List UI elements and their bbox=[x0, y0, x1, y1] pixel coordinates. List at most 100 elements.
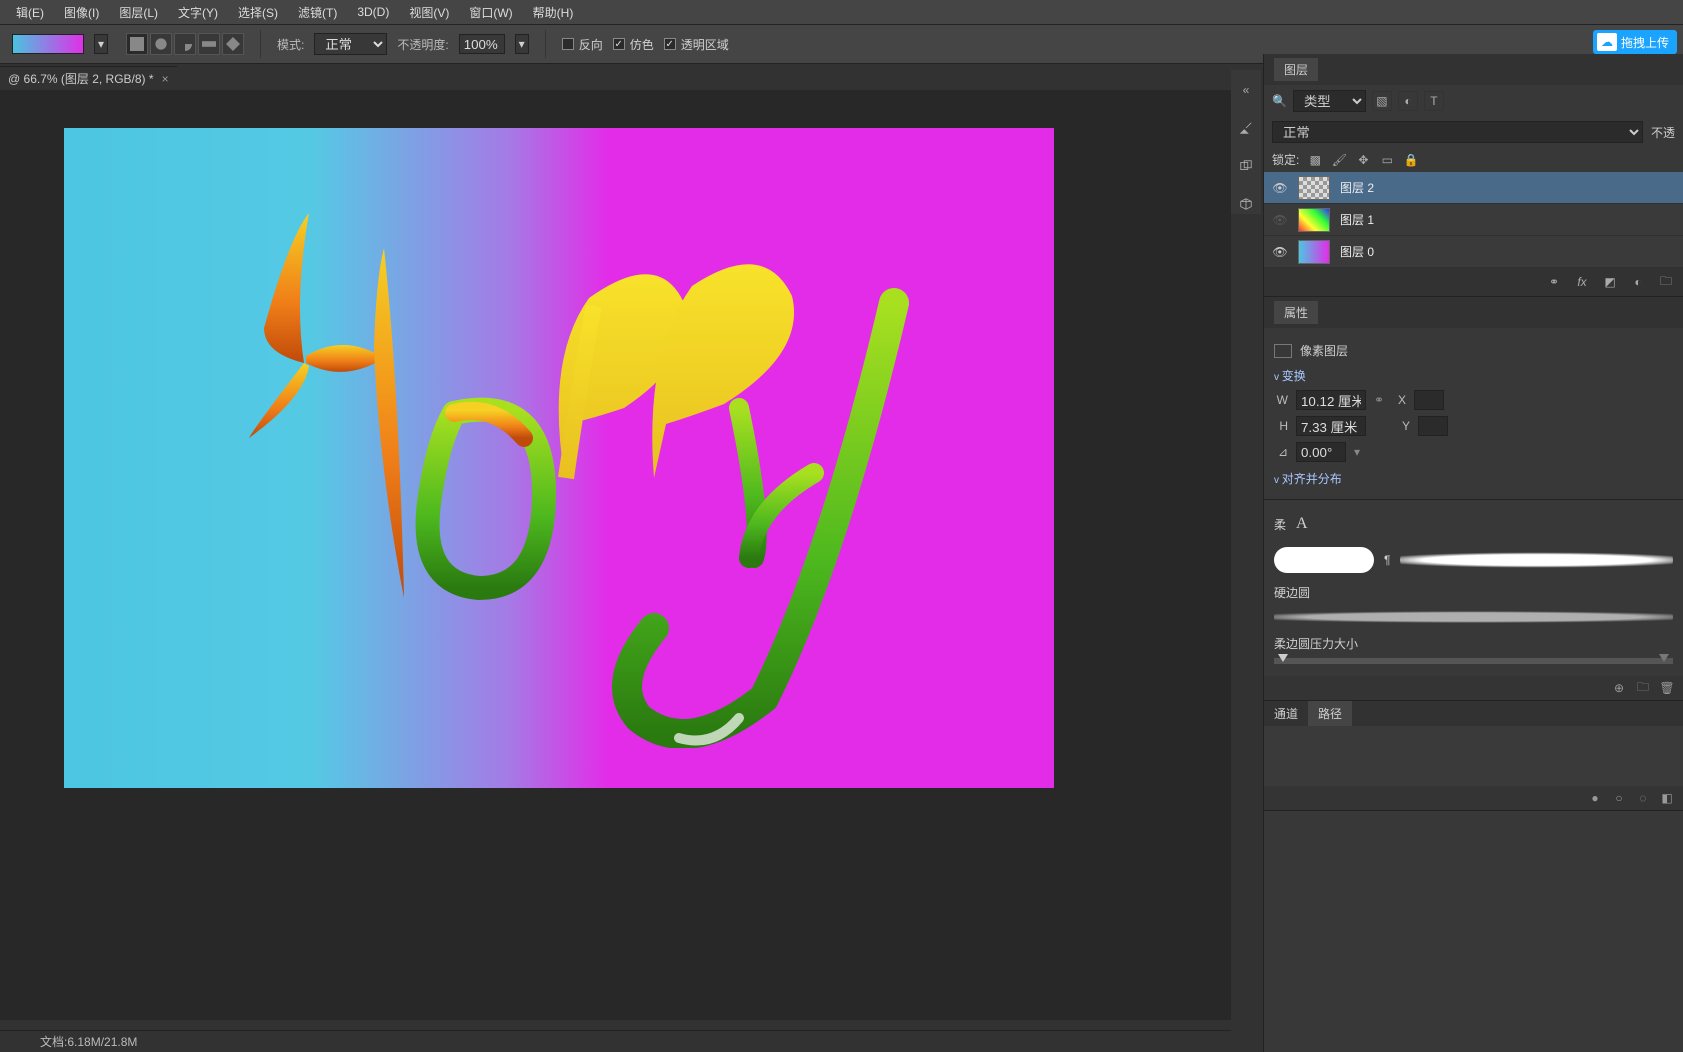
new-brush-icon[interactable]: ⊕ bbox=[1611, 680, 1627, 696]
angle-input[interactable] bbox=[1296, 442, 1346, 462]
gradient-preview[interactable] bbox=[12, 34, 84, 54]
x-label: X bbox=[1392, 393, 1406, 407]
menu-view[interactable]: 视图(V) bbox=[399, 4, 459, 21]
lock-all-icon[interactable]: 🔒 bbox=[1403, 152, 1419, 168]
width-input[interactable] bbox=[1296, 390, 1366, 410]
visibility-icon[interactable]: 👁 bbox=[1272, 180, 1288, 196]
stroke-path-icon[interactable]: ○ bbox=[1611, 790, 1627, 806]
brush-hard-label: 硬边圆 bbox=[1274, 584, 1673, 601]
angle-icon: ⊿ bbox=[1274, 445, 1288, 459]
brush-folder-icon[interactable]: 🗀 bbox=[1635, 680, 1651, 696]
lock-paint-icon[interactable]: 🖌 bbox=[1331, 152, 1347, 168]
layers-panel: 图层 🔍 类型 ▧ ◐ T 正常 不透 锁定: ▩ 🖌 ✥ ▭ 🔒 👁 图层 2 bbox=[1264, 54, 1683, 297]
layer-blend-select[interactable]: 正常 bbox=[1272, 121, 1643, 143]
w-label: W bbox=[1274, 393, 1288, 407]
layer-thumbnail[interactable] bbox=[1298, 208, 1330, 232]
group-icon[interactable]: 🗀 bbox=[1657, 273, 1675, 291]
filter-type-icon[interactable]: T bbox=[1424, 91, 1444, 111]
layer-name[interactable]: 图层 0 bbox=[1340, 243, 1374, 260]
menu-3d[interactable]: 3D(D) bbox=[347, 5, 399, 19]
close-icon[interactable]: × bbox=[162, 72, 169, 86]
adjustment-icon[interactable]: ◐ bbox=[1629, 273, 1647, 291]
document-tab[interactable]: @ 66.7% (图层 2, RGB/8) * × bbox=[0, 66, 177, 90]
lock-position-icon[interactable]: ✥ bbox=[1355, 152, 1371, 168]
brush-preview[interactable] bbox=[1274, 547, 1374, 573]
transparency-checkbox[interactable] bbox=[664, 38, 676, 50]
menu-type[interactable]: 文字(Y) bbox=[168, 4, 228, 21]
menu-layer[interactable]: 图层(L) bbox=[109, 4, 168, 21]
gradient-radial-button[interactable] bbox=[150, 33, 172, 55]
link-icon[interactable]: ⚭ bbox=[1545, 273, 1563, 291]
transform-section[interactable]: 变换 bbox=[1274, 367, 1673, 384]
canvas-artwork bbox=[194, 188, 934, 748]
channels-tab[interactable]: 通道 bbox=[1264, 701, 1308, 726]
fill-path-icon[interactable]: ● bbox=[1587, 790, 1603, 806]
text-tool-icon[interactable]: A bbox=[1296, 515, 1308, 533]
link-wh-icon[interactable]: ⚭ bbox=[1374, 393, 1384, 407]
gradient-reflected-button[interactable] bbox=[198, 33, 220, 55]
visibility-icon[interactable]: 👁 bbox=[1272, 244, 1288, 260]
pixel-layer-icon bbox=[1274, 344, 1292, 358]
3d-icon[interactable] bbox=[1236, 194, 1256, 214]
status-bar: 文档: 6.18M/21.8M bbox=[0, 1030, 1231, 1052]
collapse-icon[interactable]: « bbox=[1236, 80, 1256, 100]
menu-filter[interactable]: 滤镜(T) bbox=[288, 4, 347, 21]
doc-size-label: 文档: bbox=[40, 1033, 67, 1050]
dither-checkbox[interactable] bbox=[613, 38, 625, 50]
search-icon[interactable]: 🔍 bbox=[1272, 94, 1287, 108]
layer-name[interactable]: 图层 2 bbox=[1340, 179, 1374, 196]
reverse-checkbox[interactable] bbox=[562, 38, 574, 50]
menu-image[interactable]: 图像(I) bbox=[54, 4, 109, 21]
lock-artboard-icon[interactable]: ▭ bbox=[1379, 152, 1395, 168]
filter-image-icon[interactable]: ▧ bbox=[1372, 91, 1392, 111]
brush-preview-stroke[interactable] bbox=[1400, 547, 1673, 573]
height-input[interactable] bbox=[1296, 416, 1366, 436]
cloud-icon: ☁ bbox=[1597, 33, 1617, 51]
dither-label: 仿色 bbox=[630, 36, 654, 53]
brush-size-slider[interactable] bbox=[1274, 658, 1673, 664]
filter-adjust-icon[interactable]: ◐ bbox=[1398, 91, 1418, 111]
x-input[interactable] bbox=[1414, 390, 1444, 410]
menu-help[interactable]: 帮助(H) bbox=[523, 4, 584, 21]
gradient-linear-button[interactable] bbox=[126, 33, 148, 55]
menu-select[interactable]: 选择(S) bbox=[228, 4, 288, 21]
mask-path-icon[interactable]: ◧ bbox=[1659, 790, 1675, 806]
brush-hard-preview[interactable] bbox=[1274, 607, 1673, 627]
layer-name[interactable]: 图层 1 bbox=[1340, 211, 1374, 228]
align-section[interactable]: 对齐并分布 bbox=[1274, 470, 1673, 487]
opacity-input[interactable] bbox=[459, 34, 505, 54]
fx-icon[interactable]: fx bbox=[1573, 273, 1591, 291]
layer-thumbnail[interactable] bbox=[1298, 240, 1330, 264]
lock-transparency-icon[interactable]: ▩ bbox=[1307, 152, 1323, 168]
angle-dropdown[interactable]: ▾ bbox=[1354, 445, 1360, 459]
brush-pressure-label: 柔边圆压力大小 bbox=[1274, 635, 1673, 652]
paths-tab[interactable]: 路径 bbox=[1308, 701, 1352, 726]
layers-tab[interactable]: 图层 bbox=[1274, 58, 1318, 81]
brush-settings-icon[interactable] bbox=[1236, 118, 1256, 138]
delete-brush-icon[interactable]: 🗑 bbox=[1659, 680, 1675, 696]
layer-item[interactable]: 👁 图层 1 bbox=[1264, 204, 1683, 236]
mask-icon[interactable]: ◩ bbox=[1601, 273, 1619, 291]
cloud-upload-button[interactable]: ☁ 拖拽上传 bbox=[1593, 30, 1677, 54]
layer-filter-select[interactable]: 类型 bbox=[1293, 90, 1366, 112]
doc-size-value[interactable]: 6.18M/21.8M bbox=[67, 1035, 137, 1049]
layer-thumbnail[interactable] bbox=[1298, 176, 1330, 200]
opacity-dropdown[interactable]: ▾ bbox=[515, 34, 529, 54]
visibility-icon[interactable]: 👁 bbox=[1272, 212, 1288, 228]
y-input[interactable] bbox=[1418, 416, 1448, 436]
layer-item[interactable]: 👁 图层 0 bbox=[1264, 236, 1683, 268]
properties-tab[interactable]: 属性 bbox=[1274, 301, 1318, 324]
clone-source-icon[interactable] bbox=[1236, 156, 1256, 176]
channels-paths-panel: 通道 路径 ● ○ ◌ ◧ bbox=[1264, 701, 1683, 811]
paragraph-icon[interactable]: ¶ bbox=[1384, 553, 1390, 567]
menu-edit[interactable]: 辑(E) bbox=[6, 4, 54, 21]
selection-path-icon[interactable]: ◌ bbox=[1635, 790, 1651, 806]
canvas[interactable] bbox=[64, 128, 1054, 788]
gradient-diamond-button[interactable] bbox=[222, 33, 244, 55]
gradient-angle-button[interactable] bbox=[174, 33, 196, 55]
menu-window[interactable]: 窗口(W) bbox=[459, 4, 522, 21]
transparency-label: 透明区域 bbox=[681, 36, 729, 53]
layer-item[interactable]: 👁 图层 2 bbox=[1264, 172, 1683, 204]
blend-mode-select[interactable]: 正常 bbox=[314, 33, 387, 55]
gradient-dropdown[interactable]: ▾ bbox=[94, 34, 108, 54]
